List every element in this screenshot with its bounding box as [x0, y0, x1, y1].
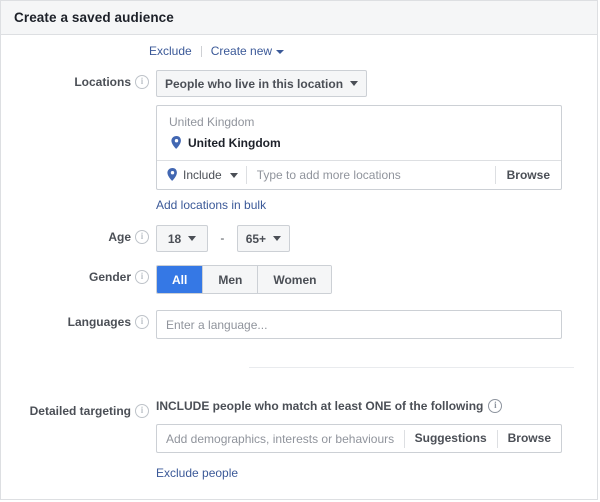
gender-row: Gender All Men Women — [1, 265, 597, 294]
detailed-targeting-heading: INCLUDE people who match at least ONE of… — [156, 399, 597, 413]
languages-row: Languages — [1, 310, 597, 339]
age-label: Age — [108, 230, 131, 244]
chevron-down-icon — [276, 49, 285, 54]
locations-group-header: United Kingdom — [169, 115, 255, 129]
add-locations-in-bulk-link[interactable]: Add locations in bulk — [156, 198, 266, 212]
detailed-targeting-input[interactable] — [157, 425, 404, 452]
languages-label: Languages — [67, 315, 131, 329]
include-label: Include — [183, 168, 222, 182]
section-divider — [249, 367, 574, 368]
detailed-targeting-label: Detailed targeting — [29, 404, 131, 418]
map-pin-icon — [171, 135, 182, 149]
create-saved-audience-window: Create a saved audience Exclude Create n… — [0, 0, 598, 500]
locations-footer: Include Browse — [157, 160, 561, 189]
age-max-value: 65+ — [245, 231, 267, 246]
location-mode-value: People who live in this location — [165, 76, 344, 91]
window-titlebar: Create a saved audience — [1, 1, 597, 35]
detailed-targeting-combo: Suggestions Browse — [156, 424, 562, 453]
info-icon[interactable] — [135, 270, 149, 284]
info-icon[interactable] — [135, 404, 149, 418]
location-search-input[interactable] — [246, 161, 495, 189]
chevron-down-icon — [229, 172, 238, 178]
age-row: Age 18 - 65+ — [1, 225, 597, 252]
age-max-select[interactable]: 65+ — [236, 225, 291, 252]
chevron-down-icon — [188, 236, 197, 241]
detailed-targeting-row: Detailed targeting INCLUDE people who ma… — [1, 399, 597, 480]
languages-input[interactable] — [156, 310, 562, 339]
location-mode-select[interactable]: People who live in this location — [156, 70, 368, 97]
age-label-col: Age — [1, 225, 149, 244]
suggestions-button[interactable]: Suggestions — [405, 425, 497, 452]
gender-option-all[interactable]: All — [157, 266, 204, 293]
link-divider — [200, 45, 202, 57]
detailed-targeting-label-col: Detailed targeting — [1, 399, 149, 418]
gender-label: Gender — [88, 270, 131, 284]
create-new-link[interactable]: Create new — [210, 44, 285, 58]
locations-row: Locations People who live in this locati… — [1, 70, 597, 212]
gender-toggle-group: All Men Women — [156, 265, 333, 294]
selected-location-item[interactable]: United Kingdom — [157, 133, 561, 160]
create-new-label: Create new — [210, 44, 273, 58]
top-links-row: Exclude Create new — [1, 35, 597, 58]
gender-label-col: Gender — [1, 265, 149, 284]
selected-location-name: United Kingdom — [188, 136, 281, 150]
age-range-separator: - — [220, 231, 225, 245]
section-divider-row — [1, 367, 597, 372]
gender-option-women[interactable]: Women — [258, 266, 332, 293]
languages-label-col: Languages — [1, 310, 149, 329]
exclude-link[interactable]: Exclude — [149, 44, 192, 58]
chevron-down-icon — [350, 81, 359, 86]
audience-actions: Exclude Create new — [149, 35, 597, 58]
locations-browse-button[interactable]: Browse — [496, 162, 561, 188]
info-icon[interactable] — [135, 75, 149, 89]
include-exclude-select[interactable]: Include — [157, 161, 246, 189]
age-min-value: 18 — [167, 231, 182, 246]
exclude-people-link[interactable]: Exclude people — [156, 466, 238, 480]
detailed-targeting-heading-text: INCLUDE people who match at least ONE of… — [156, 399, 484, 413]
gender-option-men[interactable]: Men — [203, 266, 259, 293]
info-icon[interactable] — [135, 315, 149, 329]
detailed-targeting-browse-button[interactable]: Browse — [498, 425, 561, 452]
top-links-spacer — [1, 35, 149, 40]
age-min-select[interactable]: 18 — [156, 225, 208, 252]
map-pin-icon — [167, 167, 178, 181]
info-icon[interactable] — [488, 399, 503, 413]
audience-form: Exclude Create new Locations People who … — [1, 35, 597, 480]
chevron-down-icon — [273, 236, 282, 241]
info-icon[interactable] — [135, 230, 149, 244]
page-title: Create a saved audience — [14, 10, 174, 25]
locations-label: Locations — [74, 75, 131, 89]
locations-label-col: Locations — [1, 70, 149, 89]
locations-box: United Kingdom United Kingdom Include Ty… — [156, 105, 562, 190]
